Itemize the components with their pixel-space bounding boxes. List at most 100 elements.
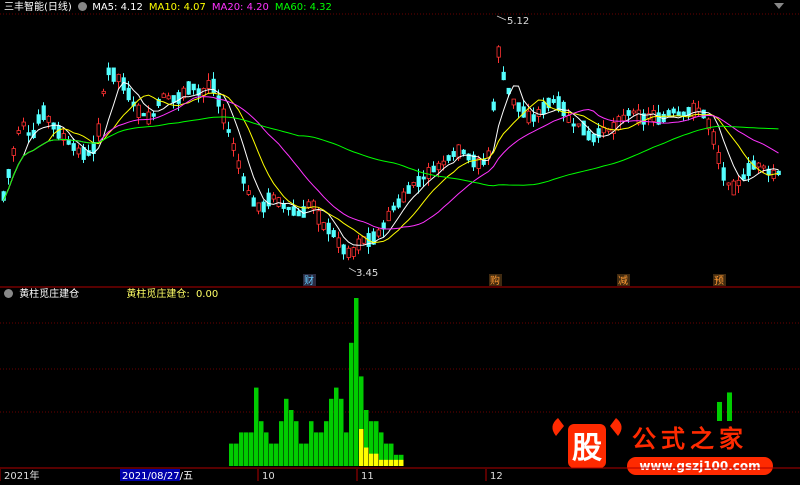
candle-body [161, 93, 166, 98]
green-bar [269, 443, 274, 466]
candle-body [726, 182, 731, 186]
green-bar [294, 421, 299, 466]
candle-body [586, 130, 591, 141]
candle-body [296, 210, 301, 217]
candle-body [681, 111, 686, 117]
candle-body [461, 149, 466, 155]
candle-body [676, 111, 681, 116]
marker-forecast[interactable]: 预 [714, 275, 724, 287]
candle-body [426, 167, 431, 179]
candle-body [26, 132, 31, 136]
candle-body [566, 115, 571, 123]
candle-body [271, 194, 276, 200]
indicator-title: 黄柱觅庄建仓 [19, 289, 80, 300]
candle-body [81, 147, 86, 160]
candle-body [541, 101, 546, 115]
x-label-dec: 12 [490, 471, 503, 481]
candle-body [286, 206, 291, 211]
x-label-nov: 11 [361, 471, 374, 481]
candle-body [126, 87, 131, 101]
candle-body [331, 230, 336, 238]
collapse-arrow-icon[interactable] [774, 3, 784, 9]
candle-body [431, 165, 436, 173]
candle-body [456, 144, 461, 159]
yellow-bar [394, 459, 399, 466]
candle-body [16, 130, 21, 134]
candle-body [101, 90, 106, 95]
ma-legend: MA5: 4.12 MA10: 4.07 MA20: 4.20 MA60: 4.32 [92, 2, 338, 13]
candle-body [56, 125, 61, 139]
candle-body [41, 105, 46, 120]
x-cursor-date[interactable]: 2021/08/27/五 [122, 471, 193, 482]
candle-body [311, 200, 316, 210]
yellow-bar [399, 459, 404, 466]
green-bar [324, 421, 329, 466]
candle-body [701, 109, 706, 119]
ma-legend-ma20: MA20: 4.20 [211, 2, 269, 13]
green-bar [259, 421, 264, 466]
candle-body [626, 110, 631, 116]
green-bar [334, 387, 339, 466]
candle-body [336, 237, 341, 248]
candle-body [171, 95, 176, 103]
candle-body [776, 170, 781, 176]
candle-body [36, 114, 41, 124]
settings-dot-icon[interactable] [78, 2, 87, 11]
indicator-settings-icon[interactable] [4, 289, 13, 298]
candle-body [756, 162, 761, 168]
candle-body [321, 222, 326, 230]
candle-body [671, 108, 676, 114]
green-bar [299, 443, 304, 466]
x-label-year: 2021年 [4, 469, 39, 481]
x-label-oct: 10 [262, 471, 275, 481]
green-bar [339, 398, 344, 466]
green-bar [274, 443, 279, 466]
marker-finance[interactable]: 财 [304, 274, 314, 287]
candle-body [411, 182, 416, 186]
indicator-value: 0.00 [195, 289, 219, 300]
candle-body [511, 98, 516, 106]
candle-body [261, 201, 266, 213]
candle-body [651, 110, 656, 122]
yellow-bar [364, 447, 369, 466]
yellow-bar [359, 429, 364, 466]
candle-body [441, 160, 446, 166]
candle-body [216, 95, 221, 107]
green-bar [249, 432, 254, 466]
candle-body [186, 81, 191, 95]
green-bar [264, 432, 269, 466]
candle-body [376, 229, 381, 237]
green-bar [239, 432, 244, 466]
candle-body [416, 176, 421, 187]
candle-body [341, 244, 346, 255]
candle-body [51, 122, 56, 130]
high-annotation-leader [496, 15, 507, 21]
green-bar [329, 398, 334, 466]
candle-body [11, 148, 16, 156]
ma-line-ma60 [3, 116, 779, 201]
candle-body [141, 113, 146, 117]
candle-body [151, 113, 156, 117]
marker-reduce[interactable]: 减 [618, 275, 628, 287]
candle-body [396, 198, 401, 208]
candle-body [401, 191, 406, 203]
candle-body [761, 165, 766, 169]
ma-legend-ma10: MA10: 4.07 [148, 2, 206, 13]
candle-body [351, 247, 356, 257]
candle-body [406, 185, 411, 194]
chart-stage: 5.12 3.45 财 购 减 预 股 公式之家 www.gszj100.com… [0, 0, 800, 482]
watermark-logo: 股 公式之家 www.gszj100.com [552, 418, 773, 475]
green-bar [284, 398, 289, 466]
stock-title: 三丰智能(日线) [4, 2, 72, 13]
indicator-label: 黄柱觅庄建仓: [126, 289, 190, 300]
marker-buy[interactable]: 购 [490, 274, 500, 287]
green-bar [254, 387, 259, 466]
high-annotation: 5.12 [507, 16, 529, 27]
candle-body [256, 202, 261, 212]
yellow-bar [369, 453, 374, 466]
yellow-bar [384, 459, 389, 466]
green-bar [354, 298, 359, 466]
green-bar [234, 443, 239, 466]
watermark-logo-text: 股 [572, 431, 602, 466]
ma-legend-ma60: MA60: 4.32 [274, 2, 332, 13]
